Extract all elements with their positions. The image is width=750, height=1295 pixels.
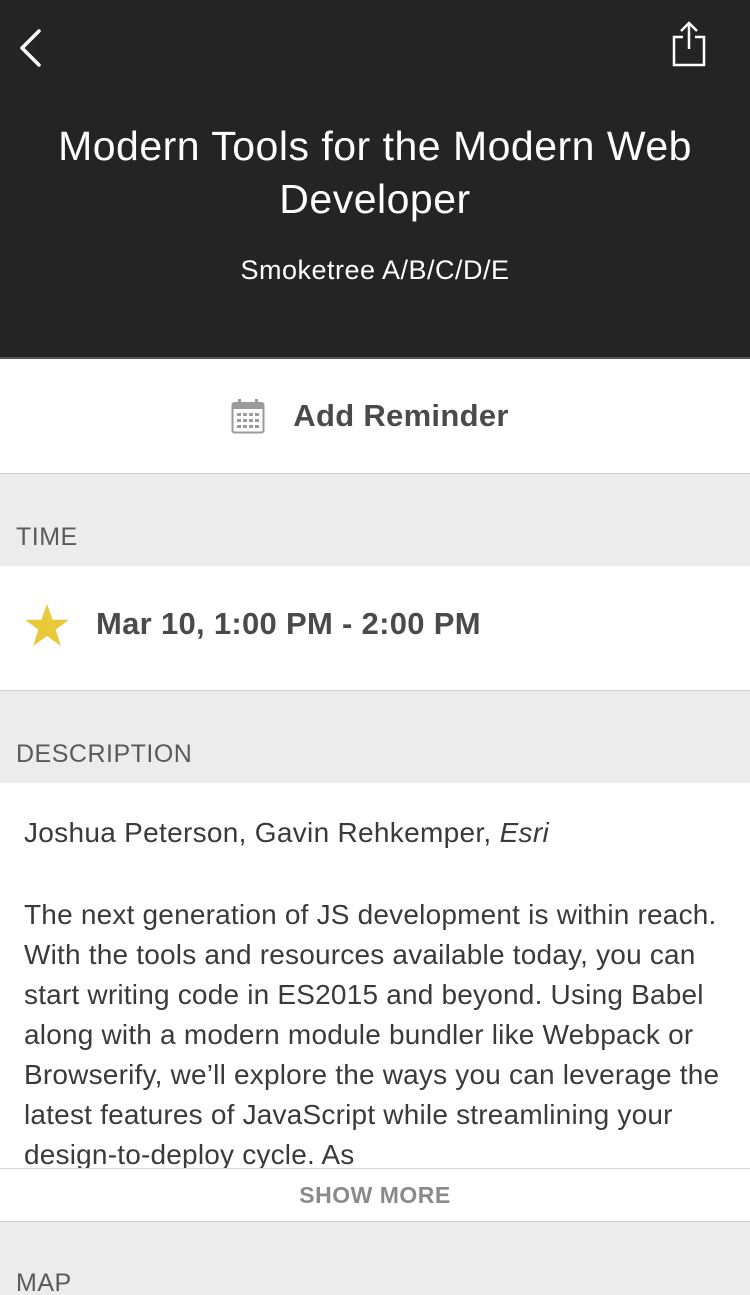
show-more-button[interactable]: SHOW MORE: [0, 1168, 750, 1222]
speaker-organization: Esri: [499, 817, 549, 848]
time-section-label: TIME: [16, 523, 78, 551]
add-reminder-button[interactable]: Add Reminder: [0, 359, 750, 474]
chevron-left-icon: [20, 29, 41, 67]
description-box: Joshua Peterson, Gavin Rehkemper, Esri T…: [0, 783, 750, 1168]
star-icon[interactable]: [24, 603, 70, 649]
back-button[interactable]: [10, 24, 50, 72]
session-header: Modern Tools for the Modern Web Develope…: [0, 0, 750, 357]
map-section-label: MAP: [16, 1269, 72, 1295]
session-title: Modern Tools for the Modern Web Develope…: [58, 123, 692, 222]
share-button[interactable]: [666, 18, 712, 70]
session-room: Smoketree A/B/C/D/E: [240, 255, 510, 285]
description-text: The next generation of JS development is…: [24, 899, 720, 1168]
speakers-line: Joshua Peterson, Gavin Rehkemper, Esri: [24, 817, 549, 849]
share-icon: [672, 21, 706, 67]
description-section-label: DESCRIPTION: [16, 740, 193, 768]
session-time: Mar 10, 1:00 PM - 2:00 PM: [96, 606, 481, 641]
add-reminder-label: Add Reminder: [293, 398, 509, 433]
speaker-names: Joshua Peterson, Gavin Rehkemper,: [24, 817, 500, 848]
calendar-icon: [231, 399, 265, 434]
